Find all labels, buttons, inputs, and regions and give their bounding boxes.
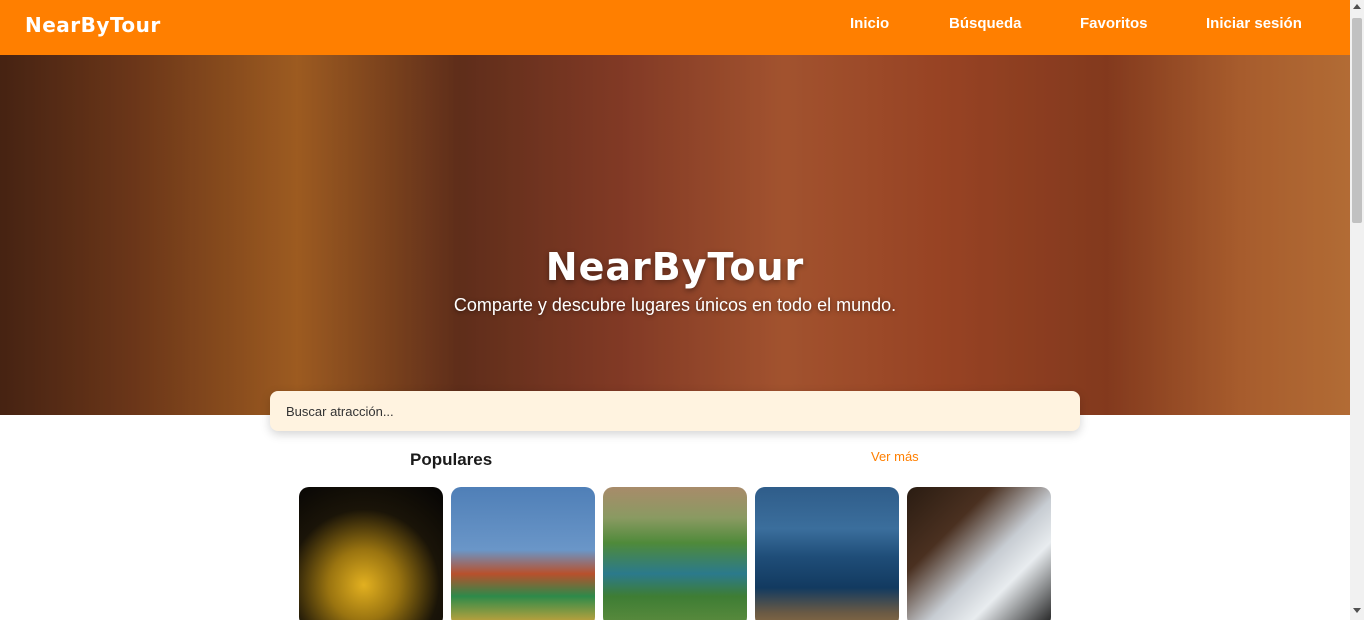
nav-item-login[interactable]: Iniciar sesión <box>1206 15 1302 32</box>
hero-banner: NearByTour Comparte y descubre lugares ú… <box>0 55 1350 415</box>
popular-card-sea-coast[interactable] <box>755 487 899 620</box>
popular-card-amusement-ride[interactable] <box>451 487 595 620</box>
hero-subtitle: Comparte y descubre lugares únicos en to… <box>453 295 897 315</box>
popular-card-lake-aerial[interactable] <box>603 487 747 620</box>
nav-item-favoritos[interactable]: Favoritos <box>1080 15 1148 32</box>
scroll-down-arrow-icon[interactable] <box>1353 608 1361 613</box>
top-navbar: NearByTour Inicio Búsqueda Favoritos Ini… <box>0 0 1350 55</box>
search-bar[interactable] <box>270 391 1080 431</box>
search-input[interactable] <box>286 403 1080 419</box>
nav-item-busqueda[interactable]: Búsqueda <box>949 15 1022 32</box>
hero-image-overlay <box>0 55 1350 415</box>
scroll-thumb[interactable] <box>1352 18 1362 223</box>
scroll-up-arrow-icon[interactable] <box>1353 4 1361 9</box>
hero-title: NearByTour <box>545 245 805 289</box>
popular-card-cocktail[interactable] <box>907 487 1051 620</box>
page-scrollbar[interactable] <box>1350 0 1364 620</box>
popular-card-gold-figures[interactable] <box>299 487 443 620</box>
see-more-link[interactable]: Ver más <box>871 449 919 464</box>
popular-cards <box>0 487 1350 620</box>
nav-item-inicio[interactable]: Inicio <box>850 15 889 32</box>
popular-section-title: Populares <box>410 450 493 469</box>
nav-links: Inicio Búsqueda Favoritos Iniciar sesión <box>0 15 1350 35</box>
